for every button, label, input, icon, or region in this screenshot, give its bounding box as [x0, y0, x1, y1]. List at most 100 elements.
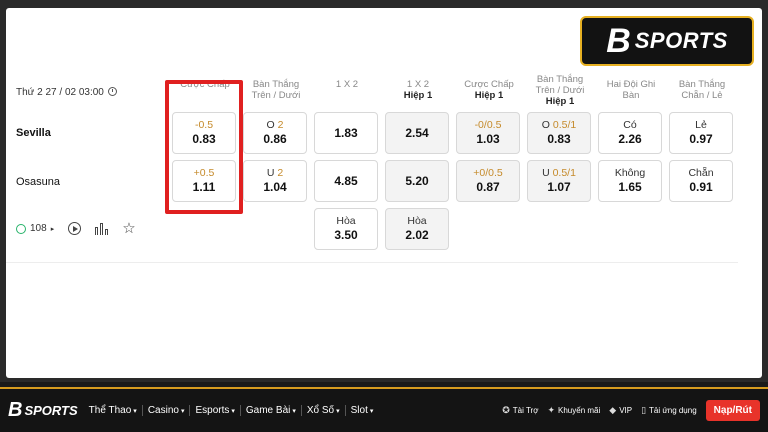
odds-value: 4.85: [334, 173, 358, 188]
odds-value: 5.20: [405, 173, 429, 188]
odds-value: 1.83: [334, 125, 358, 140]
odds-value: 0.87: [476, 180, 500, 194]
column-header-over-under: Bàn Thắng Trên / Dưới: [243, 79, 309, 101]
draw-label: Hòa: [407, 215, 427, 227]
nav-label: Tài Trợ: [512, 406, 539, 415]
chevron-down-icon: ▾: [336, 408, 340, 415]
nav-vip-link[interactable]: ◆ VIP: [609, 405, 632, 416]
odds-value: 1.04: [263, 180, 287, 194]
odds-cell-odd[interactable]: Lẻ 0.97: [669, 112, 733, 154]
nav-download-app-link[interactable]: ▯ Tải ứng dụng: [641, 405, 697, 416]
nav-label: Casino: [147, 405, 179, 416]
goal-line: 0.5/1: [552, 167, 576, 179]
odds-cell-over-under-h1-home[interactable]: O 0.5/1 0.83: [527, 112, 591, 154]
odds-value: 0.86: [263, 132, 287, 146]
odds-cell-over-under-home[interactable]: O 2 0.86: [243, 112, 307, 154]
chevron-down-icon: ▾: [231, 408, 235, 415]
deposit-withdraw-button[interactable]: Nạp/Rút: [705, 400, 760, 421]
nav-logo-text: SPORTS: [24, 403, 78, 418]
column-header-1x2-h1: 1 X 2 Hiệp 1: [385, 79, 451, 101]
column-header-odd-even: Bàn Thắng Chẵn / Lẻ: [669, 79, 735, 101]
star-icon[interactable]: ☆: [122, 221, 135, 236]
nav-label: Game Bài: [245, 405, 291, 416]
over-under-line: O 0.5/1: [542, 119, 576, 132]
odds-cell-1x2-away[interactable]: 4.85: [314, 160, 378, 202]
column-title: Bàn Thắng Trên / Dưới: [251, 79, 301, 101]
odds-cell-1x2-h1-draw[interactable]: Hòa 2.02: [385, 208, 449, 250]
away-team-name: Osasuna: [16, 176, 61, 188]
column-title: Cược Chấp: [464, 79, 514, 90]
odds-value: 2.02: [405, 228, 429, 242]
odds-value: 2.26: [618, 132, 642, 146]
column-subtitle: Hiệp 1: [474, 90, 504, 101]
column-title: Bàn Thắng Chẵn / Lẻ: [678, 79, 726, 101]
nav-item-lottery[interactable]: Xổ Số ▾: [302, 405, 346, 416]
chevron-down-icon: ▾: [292, 408, 296, 415]
nav-label: Xổ Số: [306, 405, 335, 416]
nav-label: Thể Thao: [88, 405, 132, 416]
handicap-line: +0/0.5: [473, 167, 503, 179]
over-under-line: U 2: [267, 167, 283, 180]
nav-item-slot[interactable]: Slot ▾: [346, 405, 379, 416]
odds-cell-btts-yes[interactable]: Có 2.26: [598, 112, 662, 154]
odds-value: 1.03: [476, 132, 500, 146]
match-datetime: Thứ 2 27 / 02 03:00: [16, 87, 117, 98]
goal-line: 2: [277, 167, 284, 179]
match-datetime-text: Thứ 2 27 / 02 03:00: [16, 87, 104, 98]
gift-icon: ✦: [547, 405, 556, 415]
column-header-handicap-h1: Cược Chấp Hiệp 1: [456, 79, 522, 101]
stats-icon[interactable]: [95, 222, 109, 235]
odds-cell-handicap-h1-away[interactable]: +0/0.5 0.87: [456, 160, 520, 202]
column-header-over-under-h1: Bàn Thắng Trên / Dưới Hiệp 1: [527, 74, 593, 107]
chevron-down-icon: ▾: [133, 408, 137, 415]
sponsor-icon: ✪: [502, 405, 510, 415]
logo-text: SPORTS: [634, 28, 728, 53]
option-label: Chẵn: [688, 167, 714, 179]
bet-count: 108: [30, 223, 47, 234]
nav-item-card-games[interactable]: Game Bài ▾: [241, 405, 302, 416]
column-title: Hai Đội Ghi Bàn: [606, 79, 656, 101]
odds-cell-1x2-home[interactable]: 1.83: [314, 112, 378, 154]
nav-label: VIP: [619, 406, 633, 415]
nav-item-sports[interactable]: Thể Thao ▾: [84, 405, 143, 416]
nav-logo[interactable]: B SPORTS: [8, 399, 78, 422]
over-under-line: O 2: [267, 119, 284, 132]
row-divider: [6, 262, 738, 263]
odds-value: 0.97: [689, 132, 713, 146]
more-markets-link[interactable]: 108 ▸: [16, 223, 54, 234]
odds-cell-1x2-h1-away[interactable]: 5.20: [385, 160, 449, 202]
nav-promotions-link[interactable]: ✦ Khuyến mãi: [547, 405, 600, 416]
odds-cell-btts-no[interactable]: Không 1.65: [598, 160, 662, 202]
nav-item-casino[interactable]: Casino ▾: [143, 405, 191, 416]
odds-cell-handicap-h1-home[interactable]: -0/0.5 1.03: [456, 112, 520, 154]
clock-icon: [107, 87, 117, 96]
odds-value: 0.83: [547, 132, 571, 146]
chevron-down-icon: ▾: [180, 408, 185, 415]
nav-label: Khuyến mãi: [558, 406, 601, 415]
chevron-down-icon: ▾: [369, 408, 374, 415]
chevron-right-icon: ▸: [50, 225, 55, 233]
count-icon: [16, 223, 26, 234]
over-label: O: [541, 119, 550, 131]
brand-logo: B SPORTS: [580, 16, 754, 66]
draw-label: Hòa: [336, 215, 356, 227]
goal-line: 0.5/1: [552, 119, 577, 131]
column-title: Bàn Thắng Trên / Dưới: [535, 74, 585, 96]
under-label: U: [542, 167, 550, 179]
home-team-name: Sevilla: [16, 127, 51, 139]
odds-cell-even[interactable]: Chẵn 0.91: [669, 160, 733, 202]
nav-sponsor-link[interactable]: ✪ Tài Trợ: [502, 405, 538, 416]
nav-item-esports[interactable]: Esports ▾: [190, 405, 241, 416]
under-label: U: [266, 167, 275, 179]
odds-cell-1x2-h1-home[interactable]: 2.54: [385, 112, 449, 154]
column-title: 1 X 2: [335, 79, 359, 90]
option-label: Lẻ: [695, 119, 707, 131]
odds-cell-over-under-away[interactable]: U 2 1.04: [243, 160, 307, 202]
odds-cell-1x2-draw[interactable]: Hòa 3.50: [314, 208, 378, 250]
play-icon[interactable]: [68, 222, 82, 235]
nav-right-group: ✪ Tài Trợ ✦ Khuyến mãi ◆ VIP ▯ Tải ứng dụng …: [502, 400, 760, 421]
option-label: Có: [623, 119, 637, 131]
option-label: Không: [614, 167, 646, 179]
odds-cell-over-under-h1-away[interactable]: U 0.5/1 1.07: [527, 160, 591, 202]
odds-value: 1.07: [547, 180, 571, 194]
